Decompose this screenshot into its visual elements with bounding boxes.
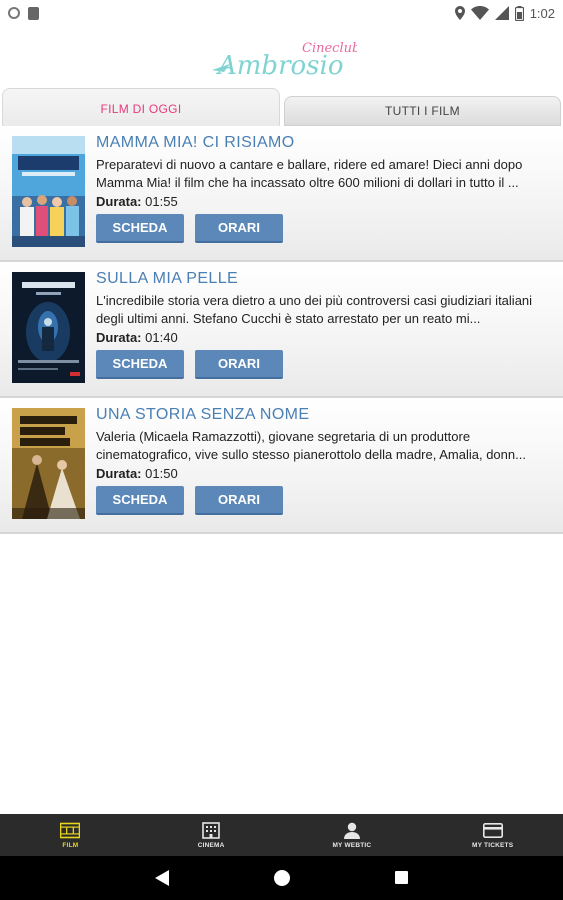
scheda-button[interactable]: SCHEDA bbox=[96, 214, 184, 243]
scheda-button[interactable]: SCHEDA bbox=[96, 350, 184, 379]
nav-cinema[interactable]: CINEMA bbox=[141, 814, 282, 856]
signal-icon bbox=[494, 6, 509, 20]
film-description: Valeria (Micaela Ramazzotti), giovane se… bbox=[96, 429, 526, 462]
duration-label: Durata: bbox=[96, 466, 142, 481]
film-duration: Durata: 01:40 bbox=[96, 330, 178, 345]
ticket-card-icon bbox=[482, 822, 503, 838]
svg-text:Ambrosio: Ambrosio bbox=[216, 51, 343, 81]
orari-button[interactable]: ORARI bbox=[195, 350, 283, 379]
nav-my-webtic-label: MY WEBTIC bbox=[332, 841, 372, 849]
wifi-icon bbox=[470, 6, 489, 20]
back-icon[interactable] bbox=[155, 870, 169, 886]
tab-film-di-oggi[interactable]: FILM DI OGGI bbox=[2, 88, 280, 128]
film-title[interactable]: UNA STORIA SENZA NOME bbox=[96, 406, 310, 424]
film-item[interactable]: MAMMA MIA! CI RISIAMO Preparatevi di nuo… bbox=[0, 126, 563, 262]
nav-my-tickets-label: MY TICKETS bbox=[472, 841, 514, 849]
nav-film-label: FILM bbox=[62, 841, 79, 849]
orari-button[interactable]: ORARI bbox=[195, 486, 283, 515]
film-title[interactable]: SULLA MIA PELLE bbox=[96, 270, 238, 288]
scheda-button[interactable]: SCHEDA bbox=[96, 486, 184, 515]
film-duration: Durata: 01:55 bbox=[96, 194, 178, 209]
film-poster[interactable] bbox=[12, 136, 85, 247]
film-poster[interactable] bbox=[12, 408, 85, 519]
bottom-navigation: FILM CINEMA MY WEBTIC MY TICKETS bbox=[0, 814, 563, 856]
film-title[interactable]: MAMMA MIA! CI RISIAMO bbox=[96, 134, 295, 152]
nav-my-webtic[interactable]: MY WEBTIC bbox=[282, 814, 423, 856]
duration-label: Durata: bbox=[96, 194, 142, 209]
app-header: Cineclub Ambrosio bbox=[0, 26, 563, 88]
nav-my-tickets[interactable]: MY TICKETS bbox=[422, 814, 563, 856]
film-item[interactable]: SULLA MIA PELLE L'incredibile storia ver… bbox=[0, 262, 563, 398]
user-icon bbox=[343, 822, 360, 839]
tab-bar: FILM DI OGGI TUTTI I FILM bbox=[0, 88, 563, 128]
home-icon[interactable] bbox=[274, 870, 290, 886]
duration-value: 01:40 bbox=[145, 330, 178, 345]
film-duration: Durata: 01:50 bbox=[96, 466, 178, 481]
film-icon bbox=[60, 822, 81, 838]
orari-button[interactable]: ORARI bbox=[195, 214, 283, 243]
status-time: 1:02 bbox=[529, 5, 555, 21]
recent-apps-icon[interactable] bbox=[395, 871, 408, 884]
nav-film[interactable]: FILM bbox=[0, 814, 141, 856]
tab-tutti-i-film[interactable]: TUTTI I FILM bbox=[284, 96, 561, 126]
system-navigation-bar bbox=[0, 856, 563, 900]
nav-cinema-label: CINEMA bbox=[197, 841, 225, 849]
film-item[interactable]: UNA STORIA SENZA NOME Valeria (Micaela R… bbox=[0, 398, 563, 534]
duration-label: Durata: bbox=[96, 330, 142, 345]
status-bar: 1:02 bbox=[0, 0, 563, 26]
battery-icon bbox=[514, 5, 524, 21]
sim-card-icon bbox=[28, 6, 39, 20]
film-description: L'incredibile storia vera dietro a uno d… bbox=[96, 293, 533, 326]
film-description: Preparatevi di nuovo a cantare e ballare… bbox=[96, 157, 523, 190]
cinema-logo: Cineclub Ambrosio bbox=[212, 34, 360, 82]
circle-icon bbox=[8, 7, 20, 19]
location-icon bbox=[454, 6, 465, 20]
film-poster[interactable] bbox=[12, 272, 85, 383]
building-icon bbox=[202, 821, 220, 839]
duration-value: 01:55 bbox=[145, 194, 178, 209]
duration-value: 01:50 bbox=[145, 466, 178, 481]
film-list: MAMMA MIA! CI RISIAMO Preparatevi di nuo… bbox=[0, 126, 563, 534]
